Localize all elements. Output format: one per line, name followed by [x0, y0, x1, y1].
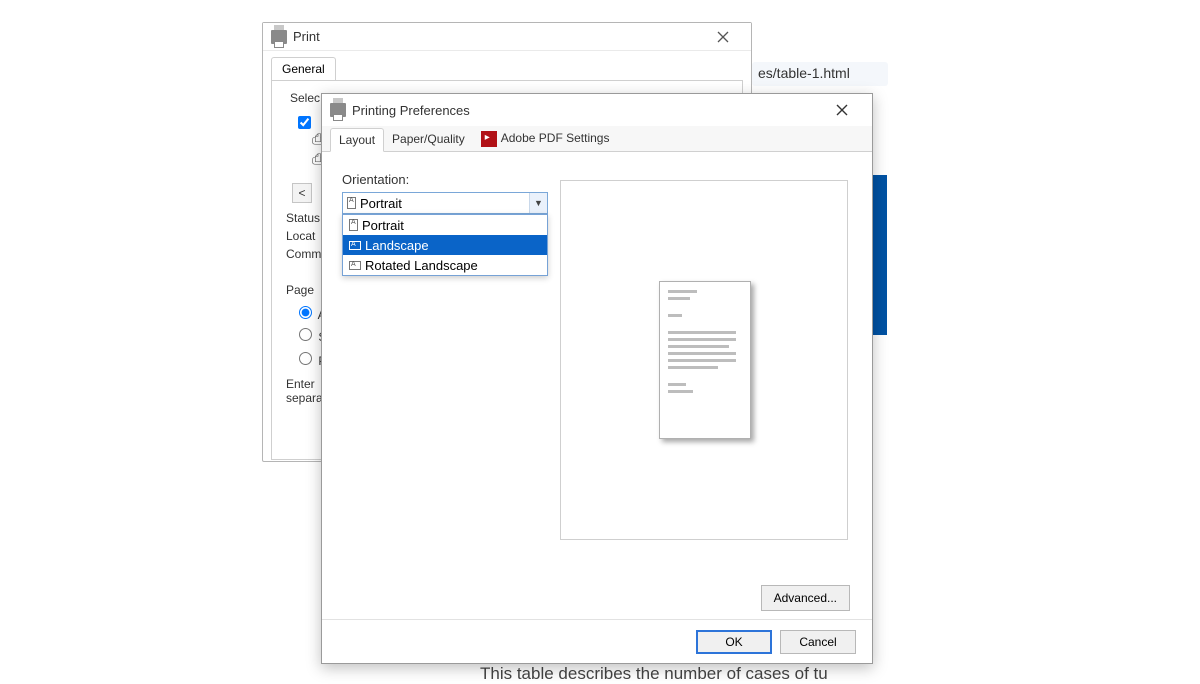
tab-paper-quality[interactable]: Paper/Quality	[384, 128, 473, 150]
orientation-dropdown-list: Portrait Landscape Rotated Landscape	[342, 214, 548, 276]
orientation-option-portrait[interactable]: Portrait	[343, 215, 547, 235]
portrait-icon	[347, 197, 356, 209]
status-label: Status	[286, 211, 320, 225]
printer-icon	[330, 103, 346, 117]
option-label: Rotated Landscape	[365, 258, 478, 273]
select-printer-label: Selec	[288, 91, 322, 105]
background-sidebar-stripe	[873, 175, 887, 335]
tab-adobe-pdf-label: Adobe PDF Settings	[501, 131, 610, 145]
pref-dialog-titlebar: Printing Preferences	[322, 94, 872, 126]
background-caption-fragment: This table describes the number of cases…	[480, 664, 828, 684]
option-label: Portrait	[362, 218, 404, 233]
chevron-down-icon: ▼	[534, 198, 543, 208]
portrait-icon	[349, 219, 358, 231]
advanced-button[interactable]: Advanced...	[761, 585, 850, 611]
page-preview-pane	[560, 180, 848, 540]
option-label: Landscape	[365, 238, 429, 253]
pref-dialog-title: Printing Preferences	[352, 103, 470, 118]
adobe-pdf-icon	[481, 131, 497, 147]
cancel-button[interactable]: Cancel	[780, 630, 856, 654]
landscape-icon	[349, 241, 361, 250]
orientation-option-landscape[interactable]: Landscape	[343, 235, 547, 255]
enter-pages-hint-2: separa	[286, 391, 323, 405]
pref-tabs: Layout Paper/Quality Adobe PDF Settings	[322, 126, 872, 152]
printer-icon	[271, 30, 287, 44]
orientation-label: Orientation:	[342, 172, 409, 187]
tab-layout[interactable]: Layout	[330, 128, 384, 152]
print-dialog-close-button[interactable]	[703, 24, 743, 50]
print-dialog-titlebar: Print	[263, 23, 751, 51]
printer-checkbox[interactable]	[298, 116, 311, 129]
print-dialog-tabs: General	[263, 51, 751, 80]
orientation-selected-value: Portrait	[360, 196, 402, 211]
browser-address-fragment: es/table-1.html	[752, 62, 888, 86]
close-icon	[836, 104, 848, 116]
printing-preferences-dialog: Printing Preferences Layout Paper/Qualit…	[321, 93, 873, 664]
pref-body: Orientation: Portrait ▼ Portrait Landsca…	[322, 152, 872, 619]
printer-list-back-button[interactable]: <	[292, 183, 312, 203]
pref-dialog-close-button[interactable]	[820, 95, 864, 125]
page-range-label: Page	[286, 283, 314, 297]
page-preview-thumbnail	[659, 281, 751, 439]
comment-label: Comm	[286, 247, 321, 261]
tab-general[interactable]: General	[271, 57, 336, 80]
ok-button[interactable]: OK	[696, 630, 772, 654]
close-icon	[717, 31, 729, 43]
rotated-landscape-icon	[349, 261, 361, 270]
pref-dialog-footer: OK Cancel	[322, 619, 872, 663]
orientation-combobox[interactable]: Portrait ▼	[342, 192, 548, 214]
tab-adobe-pdf-settings[interactable]: Adobe PDF Settings	[473, 127, 618, 151]
print-dialog-title: Print	[293, 29, 320, 44]
orientation-option-rotated-landscape[interactable]: Rotated Landscape	[343, 255, 547, 275]
combobox-dropdown-button[interactable]: ▼	[529, 193, 547, 213]
enter-pages-hint-1: Enter	[286, 377, 315, 391]
location-label: Locat	[286, 229, 315, 243]
